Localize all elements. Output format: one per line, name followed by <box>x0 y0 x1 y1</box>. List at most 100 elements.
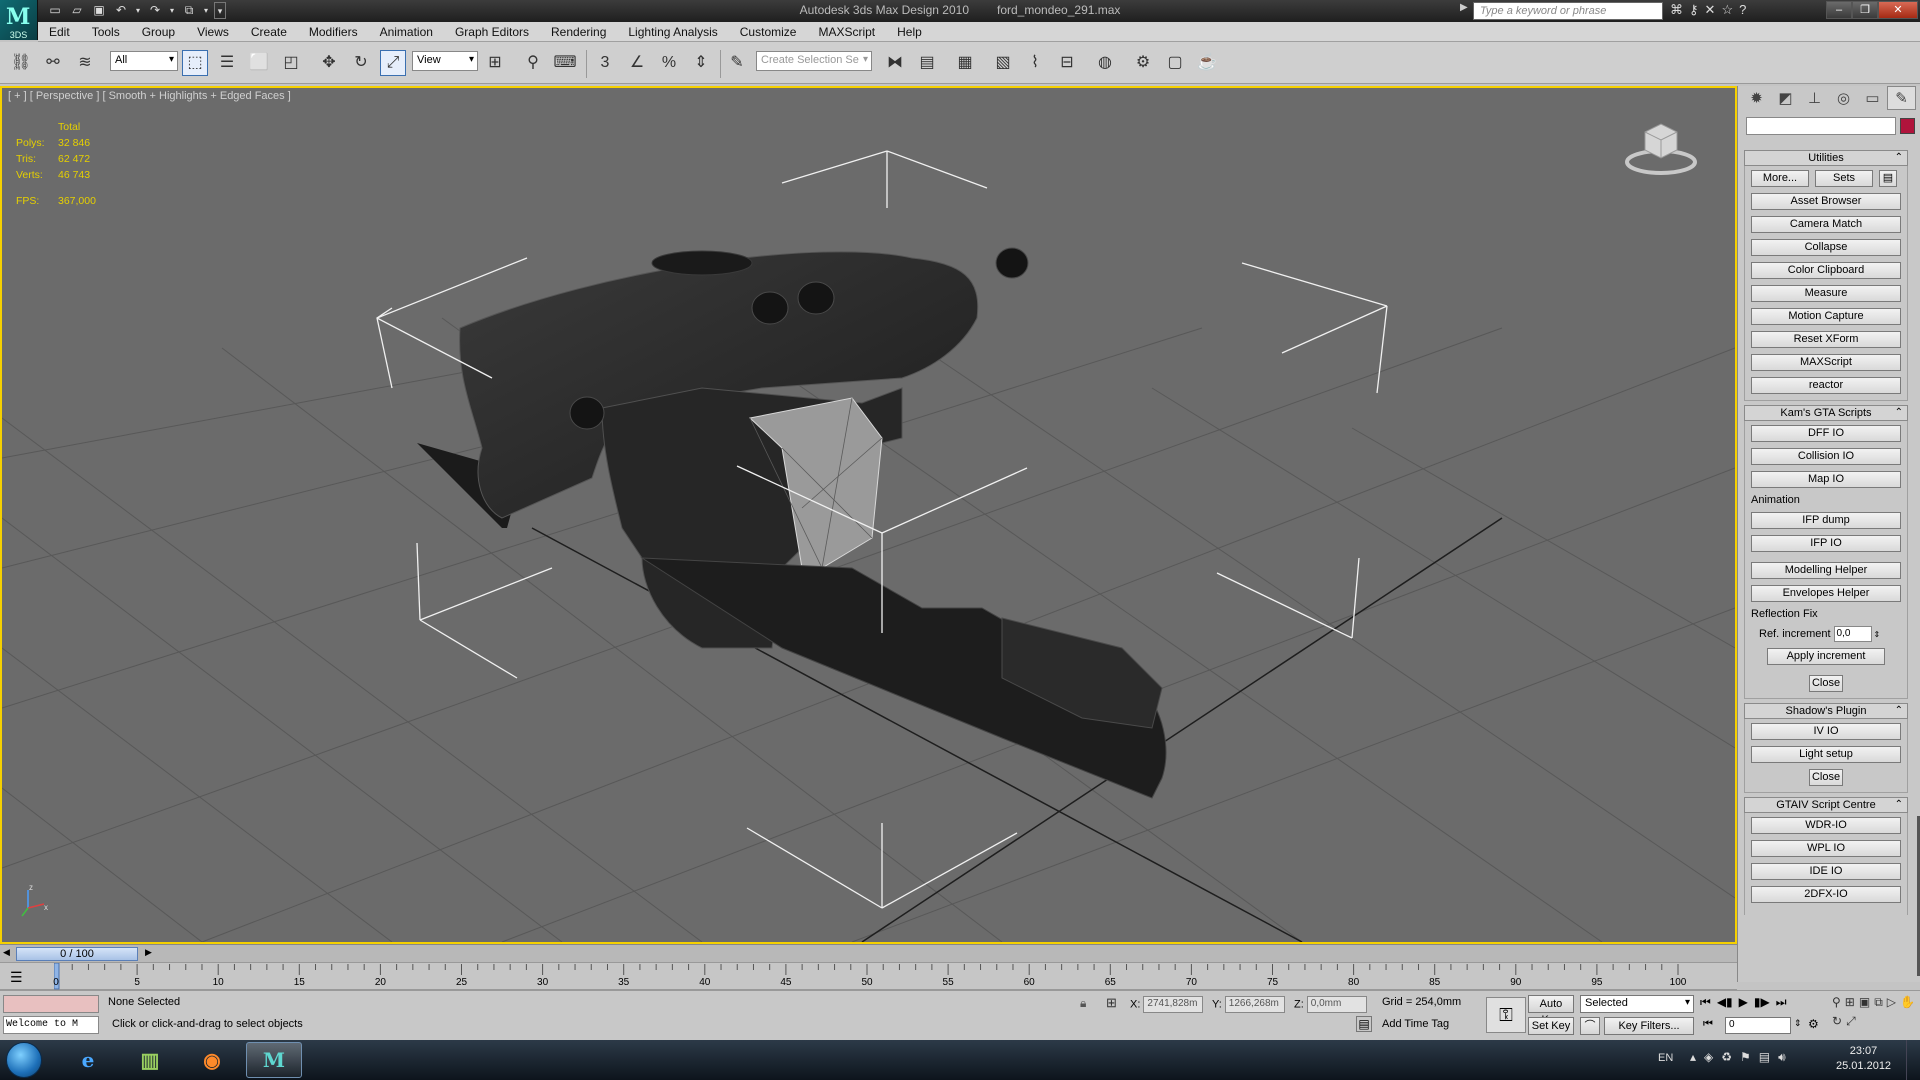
ide-io-button[interactable]: IDE IO <box>1751 863 1901 880</box>
display-icon[interactable]: ▭ <box>1858 86 1887 110</box>
close-button[interactable]: ✕ <box>1878 1 1918 19</box>
graphite-modeling-tools-icon[interactable]: ▧ <box>990 50 1016 76</box>
show-desktop-button[interactable] <box>1906 1040 1920 1080</box>
selection-filter-dropdown[interactable]: All <box>110 51 178 71</box>
select-by-name-icon[interactable]: ☰ <box>214 50 240 76</box>
menu-customize[interactable]: Customize <box>729 25 808 39</box>
configure-sets-icon[interactable]: ▤ <box>1879 170 1897 187</box>
modify-icon[interactable]: ◩ <box>1771 86 1800 110</box>
select-object-icon[interactable]: ⬚ <box>182 50 208 76</box>
firefox-icon[interactable]: ◉ <box>184 1042 240 1078</box>
menu-edit[interactable]: Edit <box>38 25 81 39</box>
restore-button[interactable]: ❐ <box>1852 1 1878 19</box>
time-configuration-icon[interactable]: ⚙ <box>1808 1017 1819 1031</box>
menu-graph-editors[interactable]: Graph Editors <box>444 25 540 39</box>
camera-match-button[interactable]: Camera Match <box>1751 216 1901 233</box>
favorites-icon[interactable]: ☆ <box>1721 2 1733 18</box>
zoom-extents-all-icon[interactable]: ⧉ <box>1874 995 1883 1010</box>
select-and-manipulate-icon[interactable]: ⚲ <box>520 50 546 76</box>
search-expand-icon[interactable]: ▶ <box>1460 2 1468 13</box>
reference-coordinate-dropdown[interactable]: View <box>412 51 478 71</box>
auto-key-button[interactable]: Auto Key <box>1528 995 1574 1026</box>
frame-spinner-icon[interactable]: ⇕ <box>1794 1018 1802 1029</box>
modelling-helper-button[interactable]: Modelling Helper <box>1751 562 1901 579</box>
rectangular-selection-icon[interactable]: ⬜ <box>246 50 272 76</box>
x-coordinate-field[interactable]: 2741,828m <box>1143 996 1204 1013</box>
apply-increment-button[interactable]: Apply increment <box>1767 648 1885 665</box>
key-mode-toggle-icon[interactable]: ⏮ <box>1703 1018 1713 1031</box>
project-dropdown-icon[interactable]: ▾ <box>202 2 210 19</box>
current-frame-field[interactable]: 0 <box>1725 1017 1791 1034</box>
time-slider[interactable]: ◀ 0 / 100 ▶ <box>0 944 1737 962</box>
time-slider-thumb[interactable]: 0 / 100 <box>16 947 138 961</box>
volume-icon[interactable]: 🔊︎ <box>1778 1050 1786 1065</box>
utilities-icon[interactable]: ✎ <box>1887 86 1916 110</box>
search-input[interactable]: Type a keyword or phrase <box>1473 2 1663 20</box>
wpl-io-button[interactable]: WPL IO <box>1751 840 1901 857</box>
internet-explorer-icon[interactable]: e <box>60 1042 116 1078</box>
input-language[interactable]: EN <box>1658 1052 1673 1064</box>
network-icon[interactable]: ▤ <box>1759 1050 1770 1065</box>
more-button[interactable]: More... <box>1751 170 1809 187</box>
viewcube-icon[interactable] <box>1623 118 1699 178</box>
menu-animation[interactable]: Animation <box>369 25 444 39</box>
select-and-rotate-icon[interactable]: ↻ <box>348 50 374 76</box>
curve-editor-icon[interactable]: ⌇ <box>1022 50 1048 76</box>
menu-views[interactable]: Views <box>186 25 240 39</box>
3dsmax-icon[interactable]: M <box>246 1042 302 1078</box>
menu-group[interactable]: Group <box>131 25 186 39</box>
add-time-tag[interactable]: Add Time Tag <box>1382 1018 1449 1030</box>
motion-icon[interactable]: ◎ <box>1829 86 1858 110</box>
subscription-icon[interactable]: ⚷ <box>1689 2 1699 18</box>
minimize-button[interactable]: – <box>1826 1 1852 19</box>
help-icon[interactable]: ? <box>1739 2 1746 18</box>
orbit-icon[interactable]: ↻ <box>1832 1014 1842 1029</box>
open-icon[interactable]: ▱ <box>68 2 86 19</box>
align-icon[interactable]: ▤ <box>914 50 940 76</box>
wdr-io-button[interactable]: WDR-IO <box>1751 817 1901 834</box>
menu-create[interactable]: Create <box>240 25 298 39</box>
absolute-offset-icon[interactable]: ⊞ <box>1106 995 1117 1011</box>
dashboard-model[interactable] <box>417 247 1167 799</box>
reactor-button[interactable]: reactor <box>1751 377 1901 394</box>
select-and-scale-icon[interactable]: ⤢ <box>380 50 406 76</box>
quick-render-icon[interactable]: ☕ <box>1194 50 1220 76</box>
z-coordinate-field[interactable]: 0,0mm <box>1306 996 1367 1013</box>
shadow-close-button[interactable]: Close <box>1809 769 1843 786</box>
dff-io-button[interactable]: DFF IO <box>1751 425 1901 442</box>
render-setup-icon[interactable]: ⚙ <box>1130 50 1156 76</box>
undo-dropdown-icon[interactable]: ▾ <box>134 2 142 19</box>
maxscript-listener-output[interactable]: Welcome to M <box>3 1016 99 1034</box>
security-shield-icon[interactable]: ◈ <box>1704 1050 1713 1065</box>
sets-button[interactable]: Sets <box>1815 170 1873 187</box>
zoom-all-icon[interactable]: ⊞ <box>1845 995 1855 1010</box>
create-icon[interactable]: ✹ <box>1742 86 1771 110</box>
redo-dropdown-icon[interactable]: ▾ <box>168 2 176 19</box>
project-icon[interactable]: ⧉ <box>180 2 198 19</box>
reset-xform-button[interactable]: Reset XForm <box>1751 331 1901 348</box>
rendered-frame-window-icon[interactable]: ▢ <box>1162 50 1188 76</box>
kams-close-button[interactable]: Close <box>1809 675 1843 692</box>
keyboard-shortcut-override-icon[interactable]: ⌨ <box>552 50 578 76</box>
maximize-viewport-icon[interactable]: ⤢ <box>1846 1014 1856 1029</box>
gtaiv-rollout-header[interactable]: GTAIV Script Centre ⌃ <box>1744 797 1908 813</box>
redo-icon[interactable]: ↷ <box>146 2 164 19</box>
key-filters-button[interactable]: Key Filters... <box>1604 1017 1694 1035</box>
set-key-button[interactable]: Set Key <box>1528 1017 1574 1035</box>
update-icon[interactable]: ♻ <box>1721 1050 1732 1065</box>
key-mode-dropdown[interactable]: Selected <box>1580 995 1694 1013</box>
use-pivot-center-icon[interactable]: ⊞ <box>482 50 508 76</box>
maxscript-button[interactable]: MAXScript <box>1751 354 1901 371</box>
viewport-label-menu[interactable]: [ + ] [ Perspective ] [ Smooth + Highlig… <box>8 90 291 102</box>
file-manager-icon[interactable]: ▥ <box>122 1042 178 1078</box>
pan-icon[interactable]: ✋ <box>1900 995 1915 1010</box>
go-to-start-icon[interactable]: ⏮ <box>1700 995 1711 1010</box>
y-coordinate-field[interactable]: 1266,268m <box>1224 996 1285 1013</box>
percent-snap-icon[interactable]: % <box>656 50 682 76</box>
collision-io-button[interactable]: Collision IO <box>1751 448 1901 465</box>
light-setup-button[interactable]: Light setup <box>1751 746 1901 763</box>
go-to-end-icon[interactable]: ⏭ <box>1776 995 1787 1010</box>
set-keys-key-icon[interactable]: ⚿ <box>1486 997 1526 1033</box>
zoom-icon[interactable]: ⚲ <box>1832 995 1841 1010</box>
measure-button[interactable]: Measure <box>1751 285 1901 302</box>
